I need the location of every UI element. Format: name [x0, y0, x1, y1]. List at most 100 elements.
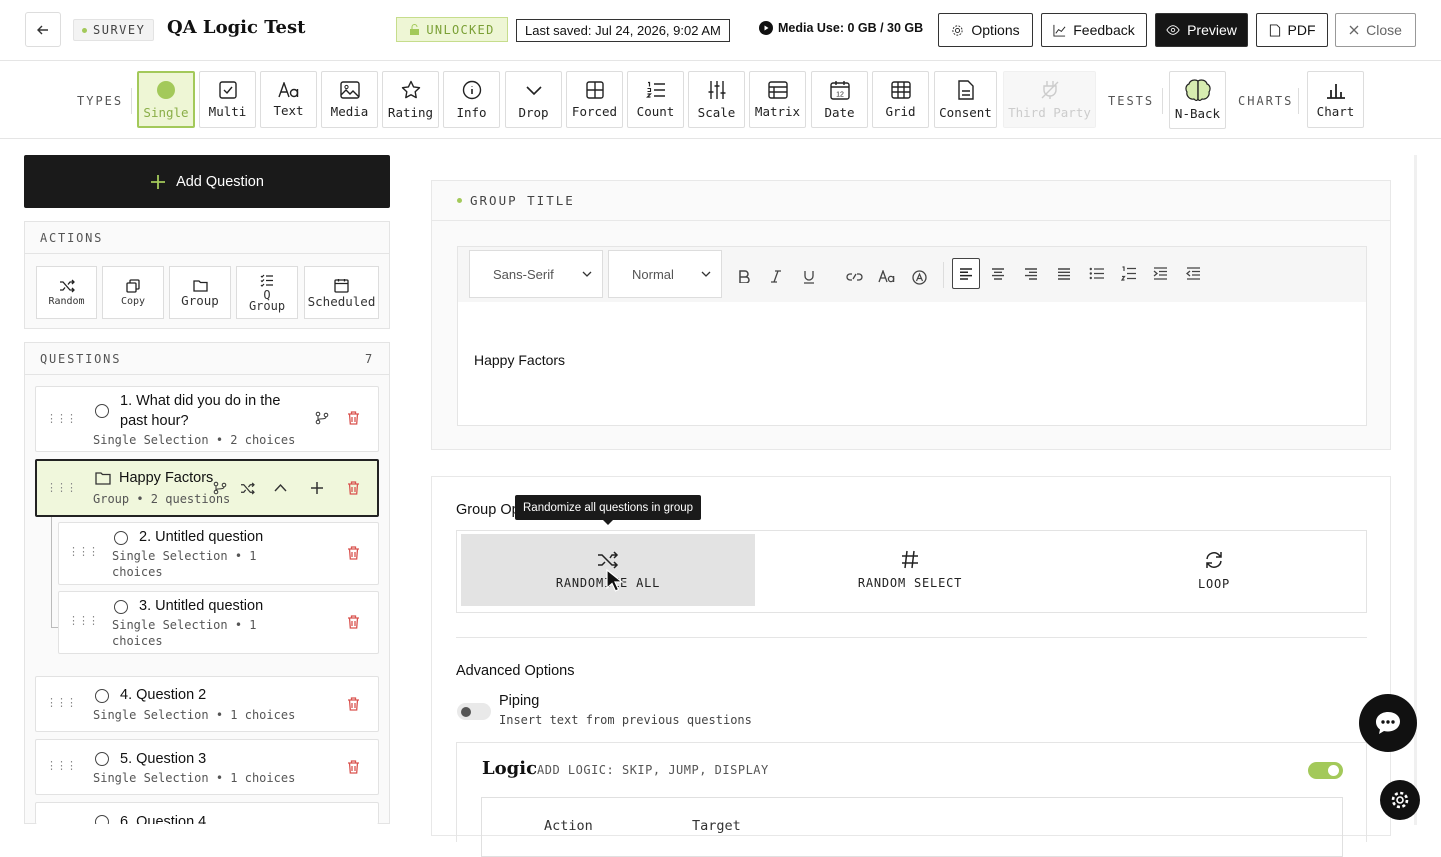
trash-icon[interactable]	[347, 615, 360, 629]
type-grid[interactable]: Grid	[872, 71, 929, 128]
align-left-button[interactable]	[952, 258, 980, 289]
action-q-group[interactable]: Q Group	[236, 266, 298, 319]
action-random[interactable]: Random	[36, 266, 97, 319]
type-date[interactable]: 12 Date	[811, 71, 868, 128]
type-drop[interactable]: Drop	[505, 71, 562, 128]
close-button[interactable]: Close	[1335, 13, 1416, 47]
svg-text:12: 12	[836, 91, 844, 98]
drag-handle-icon[interactable]: ⋮⋮⋮	[46, 759, 77, 772]
star-icon	[401, 80, 420, 98]
question-item-3[interactable]: ⋮⋮⋮ 3. Untitled question Single Selectio…	[58, 591, 379, 654]
drag-handle-icon[interactable]: ⋮⋮⋮	[68, 614, 99, 627]
question-item-1[interactable]: ⋮⋮⋮ 1. What did you do in the past hour?…	[35, 386, 379, 452]
type-count[interactable]: Count	[627, 71, 684, 128]
type-media[interactable]: Media	[321, 71, 378, 128]
underline-icon[interactable]	[803, 270, 815, 284]
chevron-up-icon[interactable]	[274, 483, 287, 492]
font-size-icon[interactable]	[878, 270, 896, 283]
feedback-button[interactable]: Feedback	[1041, 13, 1147, 47]
page-title: QA Logic Test	[167, 17, 306, 38]
align-right-icon[interactable]	[1024, 268, 1038, 280]
branch-icon[interactable]	[213, 481, 227, 495]
type-info[interactable]: Info	[443, 71, 500, 128]
trash-icon[interactable]	[347, 481, 360, 495]
option-random-select[interactable]: RANDOM SELECT	[759, 534, 1061, 606]
logic-toggle[interactable]	[1308, 762, 1343, 779]
settings-button[interactable]	[1380, 780, 1420, 820]
back-button[interactable]	[25, 12, 61, 47]
type-forced[interactable]: Forced	[566, 71, 623, 128]
chart-button[interactable]: Chart	[1307, 71, 1364, 128]
action-label: Group	[181, 293, 219, 308]
font-size-select[interactable]: Normal	[608, 250, 722, 298]
action-copy[interactable]: Copy	[102, 266, 164, 319]
options-button[interactable]: Options	[938, 13, 1033, 47]
questions-title: QUESTIONS	[40, 351, 122, 366]
radio-icon	[114, 531, 128, 545]
action-group[interactable]: Group	[169, 266, 231, 319]
type-scale[interactable]: Scale	[688, 71, 745, 128]
media-use-label: Media Use: 0 GB / 30 GB	[778, 21, 924, 35]
survey-badge: SURVEY	[73, 19, 155, 41]
add-question-button[interactable]: Add Question	[24, 155, 390, 208]
question-item-6[interactable]: 6. Question 4	[35, 802, 379, 824]
question-item-5[interactable]: ⋮⋮⋮ 5. Question 3 Single Selection • 1 c…	[35, 739, 379, 795]
trash-icon[interactable]	[347, 760, 360, 774]
type-consent[interactable]: Consent	[934, 71, 997, 128]
numbered-list-icon[interactable]	[1121, 266, 1136, 281]
chat-button[interactable]	[1359, 694, 1417, 752]
font-family-select[interactable]: Sans-Serif	[469, 250, 603, 298]
drag-handle-icon[interactable]: ⋮⋮⋮	[68, 545, 99, 558]
test-n-back[interactable]: N-Back	[1169, 71, 1226, 129]
question-item-4[interactable]: ⋮⋮⋮ 4. Question 2 Single Selection • 1 c…	[35, 676, 379, 732]
action-scheduled[interactable]: Scheduled	[304, 266, 379, 319]
link-icon[interactable]	[846, 270, 863, 283]
brain-icon	[1184, 79, 1211, 101]
status-dot	[457, 198, 462, 203]
bullet-list-icon[interactable]	[1089, 267, 1104, 280]
type-multi[interactable]: Multi	[199, 71, 256, 128]
option-loop[interactable]: LOOP	[1063, 534, 1365, 606]
type-label: Scale	[697, 104, 736, 120]
outdent-icon[interactable]	[1186, 267, 1201, 280]
type-text[interactable]: Text	[260, 71, 317, 128]
plus-icon[interactable]	[310, 481, 324, 495]
options-label: Options	[971, 22, 1020, 38]
preview-button[interactable]: Preview	[1155, 13, 1248, 47]
align-justify-icon[interactable]	[1057, 268, 1071, 280]
drag-handle-icon[interactable]: ⋮⋮⋮	[46, 481, 77, 494]
type-rating[interactable]: Rating	[382, 71, 439, 128]
lock-status-badge[interactable]: UNLOCKED	[396, 17, 508, 42]
italic-icon[interactable]	[770, 270, 782, 283]
eye-icon	[1166, 25, 1180, 35]
trash-icon[interactable]	[347, 697, 360, 711]
question-title: 4. Question 2	[120, 687, 207, 703]
question-type-toolbar: TYPES Single Multi Text Media Rating Inf…	[0, 61, 1441, 139]
type-matrix[interactable]: Matrix	[749, 71, 806, 128]
pdf-label: PDF	[1287, 22, 1316, 38]
type-single[interactable]: Single	[137, 71, 195, 128]
bold-icon[interactable]	[738, 270, 751, 283]
radio-icon	[114, 600, 128, 614]
drag-handle-icon[interactable]: ⋮⋮⋮	[46, 412, 77, 425]
play-icon	[759, 21, 773, 35]
trash-icon[interactable]	[347, 546, 360, 560]
editor-content[interactable]: Happy Factors	[474, 352, 565, 368]
question-item-2[interactable]: ⋮⋮⋮ 2. Untitled question Single Selectio…	[58, 522, 379, 585]
trash-icon[interactable]	[347, 411, 360, 425]
preview-label: Preview	[1187, 22, 1237, 38]
action-label: Random	[48, 295, 85, 307]
shuffle-icon[interactable]	[240, 482, 255, 495]
piping-toggle[interactable]	[457, 703, 491, 720]
text-color-icon[interactable]	[912, 270, 927, 285]
pdf-button[interactable]: PDF	[1256, 13, 1328, 47]
advanced-options-label: Advanced Options	[456, 663, 575, 679]
type-label: Text	[273, 102, 304, 118]
question-group-happy-factors[interactable]: ⋮⋮⋮ Happy Factors Group • 2 questions	[35, 459, 379, 517]
indent-icon[interactable]	[1153, 267, 1168, 280]
drag-handle-icon[interactable]: ⋮⋮⋮	[46, 696, 77, 709]
branch-icon[interactable]	[315, 411, 329, 425]
question-title: 3. Untitled question	[139, 598, 264, 614]
question-subtitle: Single Selection • 1 choices	[93, 771, 296, 785]
align-center-icon[interactable]	[991, 268, 1005, 280]
